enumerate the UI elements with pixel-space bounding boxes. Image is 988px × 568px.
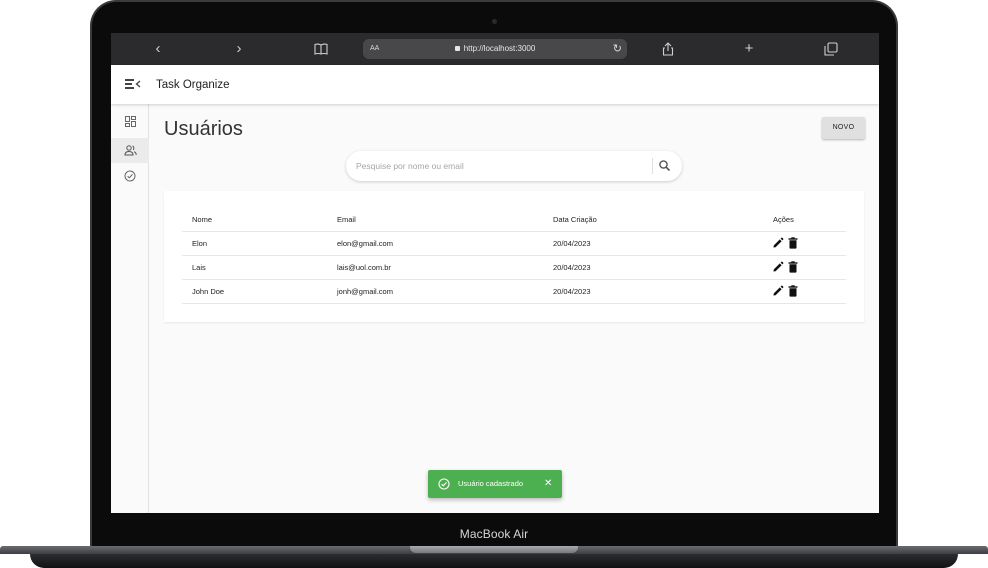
device-label: MacBook Air — [459, 527, 529, 541]
share-icon[interactable] — [656, 33, 680, 65]
page-title: Usuários — [164, 118, 243, 140]
sidebar-item-users[interactable] — [111, 138, 149, 163]
user-email: lais@uol.com.br — [337, 263, 391, 272]
camera-dot — [492, 19, 497, 24]
search-input[interactable]: Pesquise por nome ou email — [356, 151, 464, 181]
close-icon[interactable]: ✕ — [544, 470, 552, 498]
users-icon — [123, 145, 137, 156]
edit-icon[interactable] — [772, 237, 784, 249]
url-text: http://localhost:3000 — [463, 44, 536, 53]
dashboard-icon — [124, 116, 136, 127]
user-created-date: 20/04/2023 — [553, 287, 591, 296]
user-name: Elon — [192, 239, 208, 248]
edit-icon[interactable] — [772, 285, 784, 297]
sidebar-item-dashboard[interactable] — [111, 109, 149, 134]
bookmarks-icon[interactable] — [309, 33, 333, 65]
user-email: jonh@gmail.com — [337, 287, 393, 296]
edit-icon[interactable] — [772, 261, 784, 273]
table-row: Lais lais@uol.com.br 20/04/2023 — [182, 256, 846, 280]
back-icon[interactable]: ‹ — [146, 33, 170, 65]
app-bar: Task Organize — [111, 65, 879, 104]
sidebar — [111, 104, 149, 513]
forward-icon[interactable]: › — [227, 33, 251, 65]
new-tab-icon[interactable]: + — [737, 33, 761, 65]
tabs-icon[interactable] — [819, 33, 843, 65]
search-divider — [652, 158, 653, 174]
sidebar-item-tasks[interactable] — [111, 163, 149, 188]
user-email: elon@gmail.com — [337, 239, 393, 248]
user-created-date: 20/04/2023 — [553, 263, 591, 272]
user-name: Lais — [192, 263, 206, 272]
search-icon[interactable] — [657, 158, 673, 174]
check-circle-icon — [438, 478, 450, 490]
delete-icon[interactable] — [788, 237, 798, 249]
new-user-button[interactable]: NOVO — [822, 117, 865, 139]
row-actions — [772, 237, 798, 251]
success-snackbar: Usuário cadastrado ✕ — [428, 470, 562, 498]
table-row: Elon elon@gmail.com 20/04/2023 — [182, 232, 846, 256]
row-actions — [772, 261, 798, 275]
search-box: Pesquise por nome ou email — [346, 151, 682, 181]
menu-collapse-icon[interactable] — [125, 77, 141, 91]
hinge-notch — [410, 546, 578, 553]
users-table-card: Nome Email Data Criação Ações Elon elon@… — [164, 191, 864, 322]
user-name: John Doe — [192, 287, 225, 296]
column-header-name: Nome — [192, 215, 213, 224]
user-created-date: 20/04/2023 — [553, 239, 591, 248]
lock-icon — [454, 46, 460, 51]
snackbar-message: Usuário cadastrado — [458, 479, 524, 488]
row-actions — [772, 285, 798, 299]
delete-icon[interactable] — [788, 261, 798, 273]
screen: ‹ › AA http://localhost:3000 ↻ + Task Or… — [111, 33, 879, 513]
table-row: John Doe jonh@gmail.com 20/04/2023 — [182, 280, 846, 304]
app-title: Task Organize — [156, 79, 230, 91]
check-circle-icon — [124, 170, 136, 181]
laptop-base — [0, 546, 988, 568]
table-header-row: Nome Email Data Criação Ações — [182, 208, 846, 232]
column-header-created: Data Criação — [553, 215, 597, 224]
delete-icon[interactable] — [788, 285, 798, 297]
reload-icon[interactable]: ↻ — [613, 39, 622, 59]
column-header-email: Email — [337, 215, 356, 224]
browser-toolbar: ‹ › AA http://localhost:3000 ↻ + — [111, 33, 879, 65]
column-header-actions: Ações — [773, 215, 794, 224]
address-bar[interactable]: AA http://localhost:3000 ↻ — [363, 39, 627, 59]
